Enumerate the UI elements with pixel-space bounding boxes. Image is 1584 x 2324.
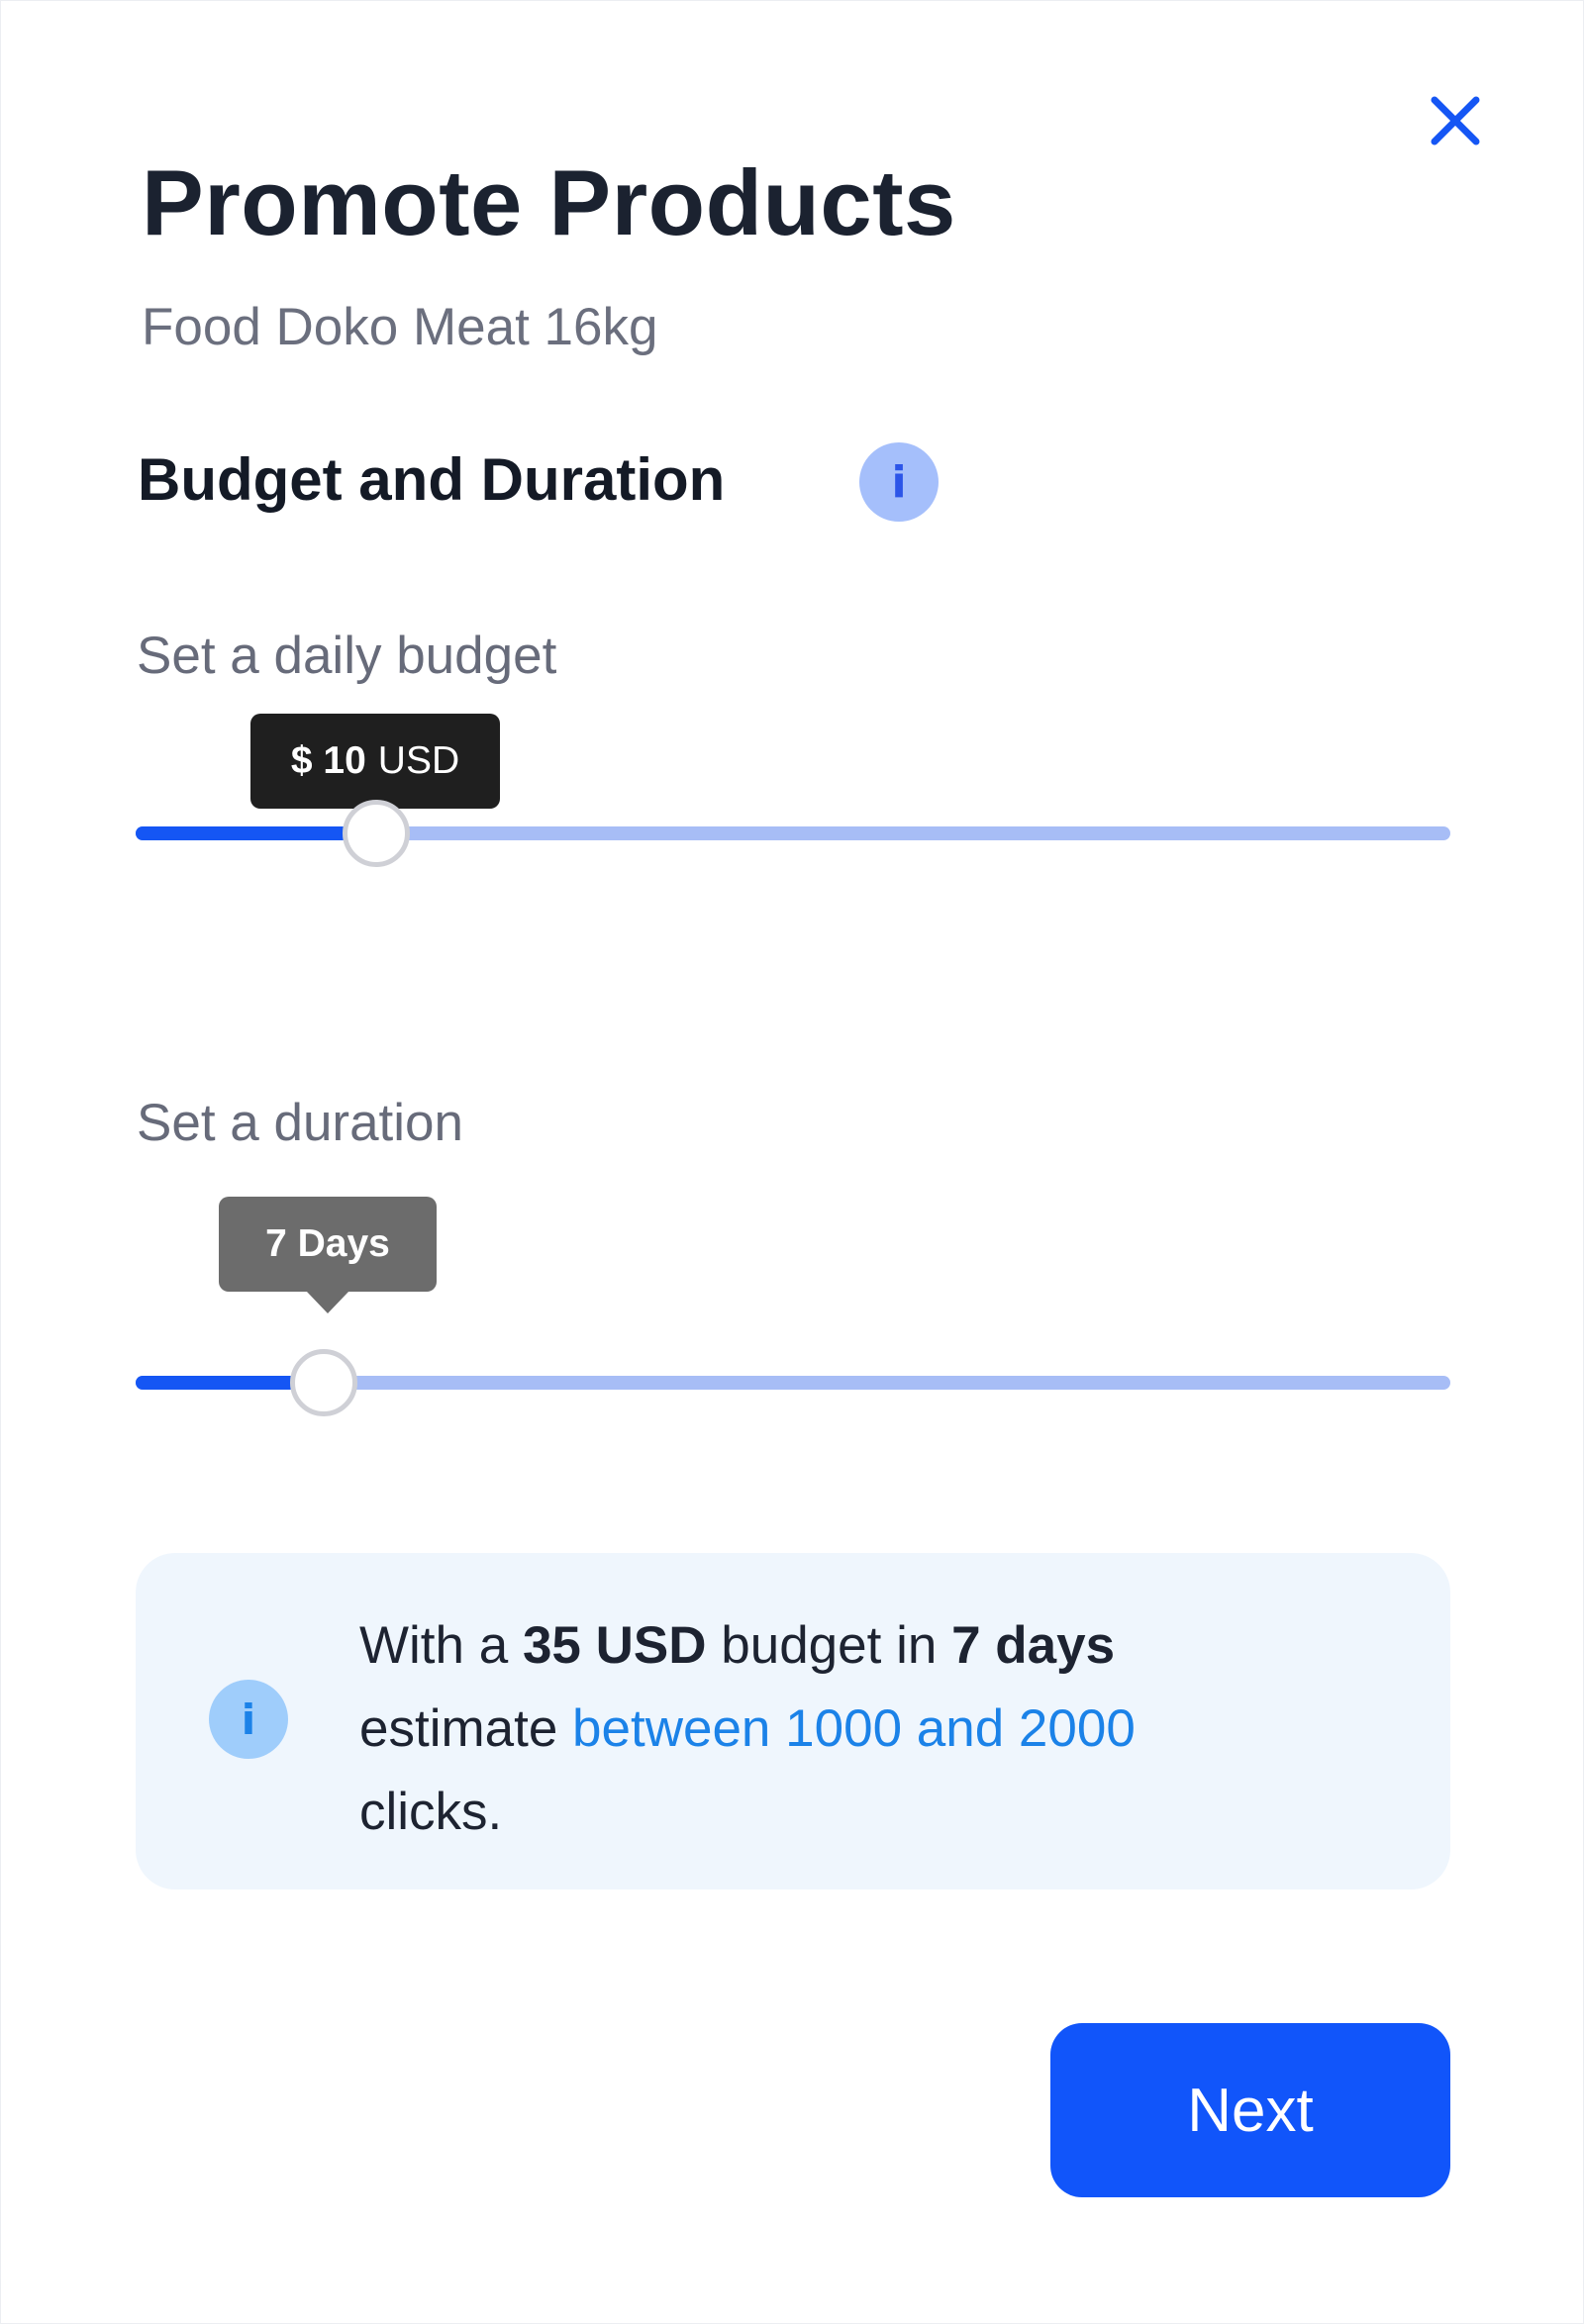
estimate-panel: i With a 35 USD budget in 7 days estimate… [136,1553,1450,1889]
close-icon [1431,96,1480,145]
promote-products-modal: Promote Products Food Doko Meat 16kg Bud… [0,0,1584,2324]
estimate-budget: 35 USD [522,1616,707,1675]
section-title: Budget and Duration [138,446,726,513]
next-button[interactable]: Next [1050,2023,1450,2197]
estimate-text: With a 35 USD budget in 7 days estimate b… [359,1604,1330,1854]
info-glyph: i [241,1695,256,1744]
estimate-word: estimate [359,1699,573,1758]
daily-budget-label: Set a daily budget [137,627,557,685]
product-name: Food Doko Meat 16kg [142,298,658,356]
daily-budget-slider-fill [136,826,377,840]
daily-budget-slider-thumb[interactable] [343,800,411,867]
budget-tooltip-unit: USD [377,739,460,782]
close-button[interactable] [1427,92,1484,149]
daily-budget-slider[interactable] [136,800,1450,867]
page-title: Promote Products [142,150,956,254]
budget-tooltip: $ 10 USD [250,714,500,809]
estimate-days: 7 days [951,1616,1116,1675]
duration-label: Set a duration [137,1094,464,1152]
estimate-suffix: clicks. [359,1783,503,1841]
info-icon[interactable]: i [859,442,939,522]
info-glyph: i [891,456,907,508]
duration-slider[interactable] [136,1349,1450,1416]
info-icon: i [209,1680,288,1759]
estimate-range: between 1000 and 2000 [572,1699,1136,1758]
estimate-prefix: With a [359,1616,523,1675]
budget-tooltip-value: $ 10 [290,739,366,782]
estimate-middle: budget in [706,1616,952,1675]
duration-tooltip: 7 Days [219,1197,437,1292]
duration-slider-thumb[interactable] [289,1349,357,1416]
